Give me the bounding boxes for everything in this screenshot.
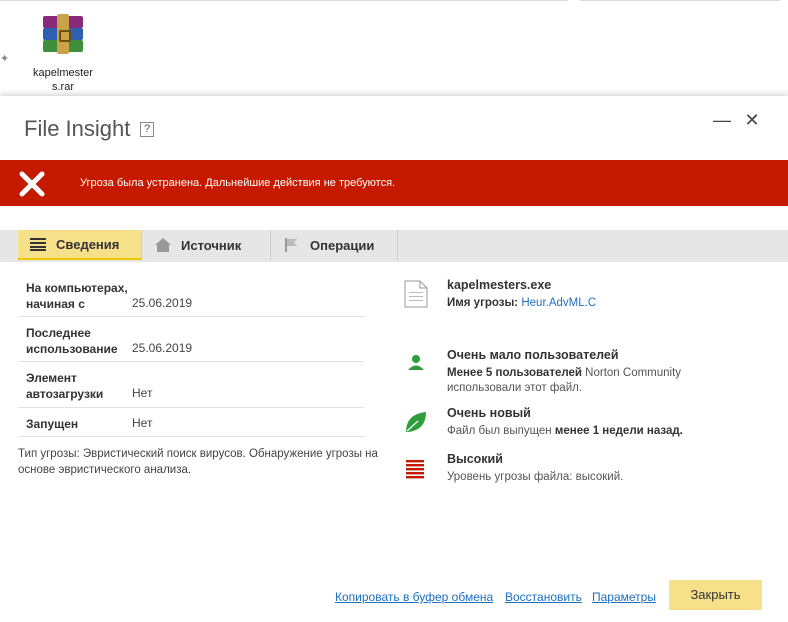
- threat-level-icon: [406, 460, 424, 479]
- details-row: Элемент автозагрузки Нет: [18, 362, 364, 408]
- close-window-button[interactable]: ✕: [740, 108, 764, 132]
- desktop-file-label: kapelmesters.rar: [33, 67, 93, 93]
- tab-source[interactable]: Источник: [143, 230, 271, 260]
- threat-removed-x-icon: [19, 171, 45, 197]
- details-table: На компьютерах, начиная с 25.06.2019 Посл…: [18, 272, 364, 437]
- flag-icon: [285, 238, 297, 252]
- tab-operations-label: Операции: [310, 237, 375, 253]
- details-row: Запущен Нет: [18, 408, 364, 437]
- winrar-archive-icon: [40, 14, 86, 60]
- insight-title: Очень новый: [447, 406, 531, 420]
- threat-name-link[interactable]: Heur.AdvML.C: [521, 297, 596, 309]
- insight-title: Очень мало пользователей: [447, 348, 619, 362]
- file-insight-dialog: File Insight ? — ✕ Угроза была устранена…: [0, 96, 788, 622]
- tab-operations[interactable]: Операции: [272, 230, 398, 260]
- tab-details[interactable]: Сведения: [18, 230, 142, 260]
- minimize-button[interactable]: —: [710, 108, 734, 132]
- threat-name-line: Имя угрозы: Heur.AdvML.C: [447, 297, 597, 309]
- status-banner: Угроза была устранена. Дальнейшие действ…: [0, 160, 788, 206]
- copy-to-clipboard-link[interactable]: Копировать в буфер обмена: [335, 590, 493, 604]
- details-row-value: Нет: [132, 416, 153, 430]
- file-name: kapelmesters.exe: [447, 278, 552, 292]
- details-row-label: На компьютерах, начиная с: [26, 281, 128, 311]
- details-row-label: Запущен: [26, 417, 79, 431]
- file-icon: [404, 280, 428, 308]
- desktop-area: ✦ kapelmesters.rar: [0, 0, 788, 96]
- details-row-label: Последнее использование: [26, 326, 118, 356]
- pin-icon: ✦: [0, 53, 10, 65]
- details-row-value: Нет: [132, 386, 153, 400]
- close-button[interactable]: Закрыть: [669, 580, 762, 610]
- dialog-title: File Insight: [24, 116, 131, 141]
- help-icon[interactable]: ?: [140, 122, 154, 137]
- threat-type-note: Тип угрозы: Эвристический поиск вирусов.…: [18, 448, 378, 476]
- desktop-divider: [0, 0, 568, 1]
- parameters-link[interactable]: Параметры: [592, 590, 656, 604]
- details-row-label: Элемент автозагрузки: [26, 371, 104, 401]
- details-row: Последнее использование 25.06.2019: [18, 317, 364, 362]
- insight-text: Файл был выпущен менее 1 недели назад.: [447, 425, 683, 437]
- leaf-icon: [406, 412, 426, 432]
- details-row: На компьютерах, начиная с 25.06.2019: [18, 272, 364, 317]
- user-icon: [408, 355, 424, 370]
- details-row-value: 25.06.2019: [132, 296, 193, 310]
- tab-details-label: Сведения: [56, 236, 120, 252]
- home-icon: [155, 238, 171, 252]
- status-banner-text: Угроза была устранена. Дальнейшие действ…: [80, 177, 396, 189]
- restore-link[interactable]: Восстановить: [505, 590, 582, 604]
- desktop-divider: [580, 0, 780, 1]
- insight-text: Менее 5 пользователей Norton Community и…: [447, 367, 682, 394]
- tab-bar: Сведения Источник Операции: [0, 230, 788, 262]
- desktop-file-item[interactable]: kapelmesters.rar: [26, 14, 100, 94]
- insight-title: Высокий: [447, 452, 503, 466]
- insight-text: Уровень угрозы файла: высокий.: [447, 471, 624, 483]
- details-icon: [30, 238, 46, 251]
- details-row-value: 25.06.2019: [132, 341, 193, 355]
- tab-source-label: Источник: [181, 237, 242, 253]
